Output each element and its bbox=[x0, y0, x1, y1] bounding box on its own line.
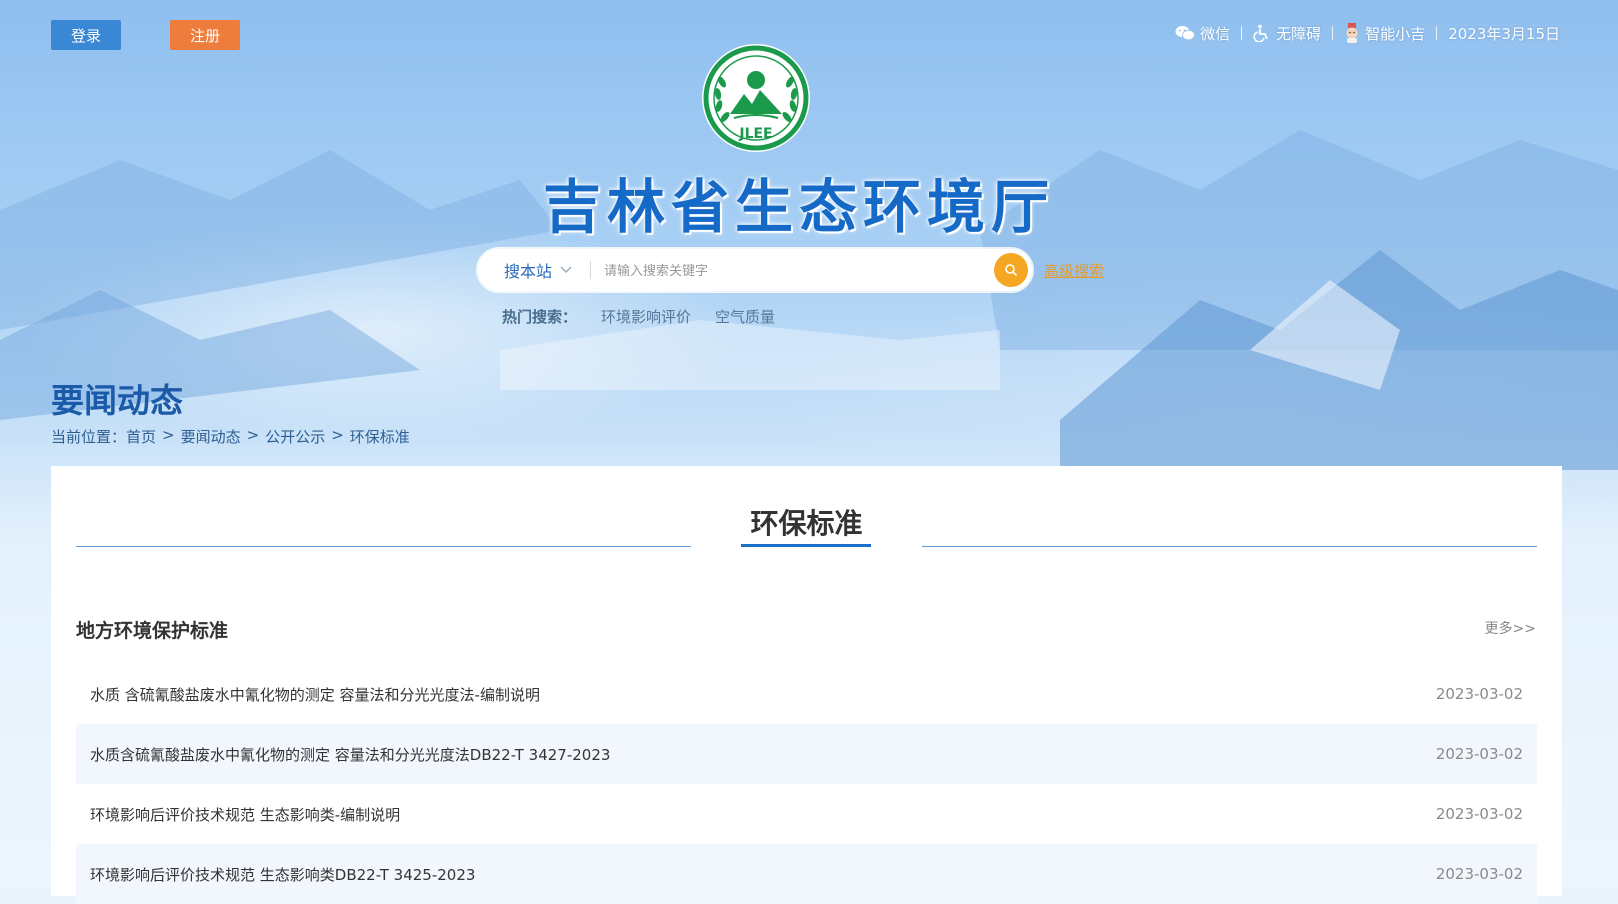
section-title: 要闻动态 bbox=[51, 381, 183, 420]
breadcrumb-public-notice[interactable]: 公开公示 bbox=[265, 426, 325, 447]
search-scope-dropdown[interactable]: 搜本站 bbox=[504, 249, 572, 291]
search-button[interactable] bbox=[994, 253, 1028, 287]
wechat-icon bbox=[1175, 26, 1196, 41]
divider bbox=[76, 546, 691, 547]
login-button[interactable]: 登录 bbox=[51, 20, 121, 50]
panel-title-underline bbox=[741, 544, 871, 547]
item-title[interactable]: 水质含硫氰酸盐废水中氰化物的测定 容量法和分光光度法DB22-T 3427-20… bbox=[90, 744, 610, 765]
assistant-link[interactable]: 智能小吉 bbox=[1344, 23, 1425, 44]
hot-search-label: 热门搜索： bbox=[502, 308, 578, 326]
wheelchair-icon bbox=[1253, 24, 1268, 42]
search-input[interactable] bbox=[602, 258, 966, 284]
accessibility-link[interactable]: 无障碍 bbox=[1253, 23, 1321, 44]
list-item[interactable]: 水质含硫氰酸盐废水中氰化物的测定 容量法和分光光度法DB22-T 3427-20… bbox=[76, 724, 1537, 784]
item-title[interactable]: 水质 含硫氰酸盐废水中氰化物的测定 容量法和分光光度法-编制说明 bbox=[90, 684, 540, 705]
breadcrumb-home[interactable]: 当前位置：首页 bbox=[51, 426, 156, 447]
assistant-avatar-icon bbox=[1346, 23, 1358, 43]
breadcrumb-separator: > bbox=[246, 426, 260, 444]
divider bbox=[590, 261, 591, 279]
advanced-search-link[interactable]: 高级搜索 bbox=[1044, 260, 1104, 281]
hot-search-link[interactable]: 空气质量 bbox=[715, 306, 775, 327]
wechat-label: 微信 bbox=[1200, 24, 1231, 43]
wechat-link[interactable]: 微信 bbox=[1175, 23, 1230, 44]
list-item[interactable]: 环境影响后评价技术规范 生态影响类-编制说明 2023-03-02 bbox=[76, 784, 1537, 844]
item-date: 2023-03-02 bbox=[1435, 865, 1523, 883]
divider bbox=[1436, 26, 1438, 40]
breadcrumb-separator: > bbox=[162, 426, 175, 444]
subsection-title: 地方环境保护标准 bbox=[76, 620, 229, 642]
item-date: 2023-03-02 bbox=[1435, 745, 1523, 763]
more-link[interactable]: 更多>> bbox=[1485, 618, 1536, 638]
standards-list: 水质 含硫氰酸盐废水中氰化物的测定 容量法和分光光度法-编制说明 2023-03… bbox=[76, 664, 1537, 904]
list-item[interactable]: 环境影响后评价技术规范 生态影响类DB22-T 3425-2023 2023-0… bbox=[76, 844, 1537, 904]
svg-text:JLEE: JLEE bbox=[738, 126, 772, 142]
current-date: 2023年3月15日 bbox=[1448, 24, 1560, 43]
panel-title: 环保标准 bbox=[750, 507, 863, 540]
chevron-down-icon bbox=[560, 266, 572, 273]
breadcrumb-current[interactable]: 环保标准 bbox=[350, 426, 410, 447]
site-title: 吉林省生态环境厅 bbox=[542, 173, 1055, 241]
search-bar: 搜本站 bbox=[478, 249, 1032, 291]
search-icon bbox=[1005, 264, 1018, 277]
divider bbox=[1332, 26, 1334, 40]
list-item[interactable]: 水质 含硫氰酸盐废水中氰化物的测定 容量法和分光光度法-编制说明 2023-03… bbox=[76, 664, 1537, 724]
item-title[interactable]: 环境影响后评价技术规范 生态影响类-编制说明 bbox=[90, 804, 400, 825]
item-title[interactable]: 环境影响后评价技术规范 生态影响类DB22-T 3425-2023 bbox=[90, 864, 475, 885]
content-panel: 环保标准 地方环境保护标准 更多>> 水质 含硫氰酸盐废水中氰化物的测定 容量法… bbox=[51, 466, 1562, 904]
divider bbox=[922, 546, 1537, 547]
accessibility-label: 无障碍 bbox=[1276, 24, 1322, 43]
jlee-logo: JLEE bbox=[702, 44, 810, 152]
breadcrumb-news[interactable]: 要闻动态 bbox=[181, 426, 241, 447]
register-button[interactable]: 注册 bbox=[170, 20, 240, 50]
search-scope-label: 搜本站 bbox=[504, 262, 553, 281]
breadcrumb: 当前位置：首页 > 要闻动态 > 公开公示 > 环保标准 bbox=[51, 426, 410, 447]
divider bbox=[1241, 26, 1243, 40]
top-utility-bar: 微信 无障碍 智能小吉 2023年3月15日 bbox=[1175, 22, 1560, 44]
breadcrumb-separator: > bbox=[331, 426, 344, 444]
item-date: 2023-03-02 bbox=[1435, 805, 1523, 823]
hot-search-link[interactable]: 环境影响评价 bbox=[601, 306, 691, 327]
hot-searches: 热门搜索： 环境影响评价 空气质量 bbox=[502, 306, 775, 327]
item-date: 2023-03-02 bbox=[1435, 685, 1523, 703]
assistant-label: 智能小吉 bbox=[1365, 24, 1426, 43]
